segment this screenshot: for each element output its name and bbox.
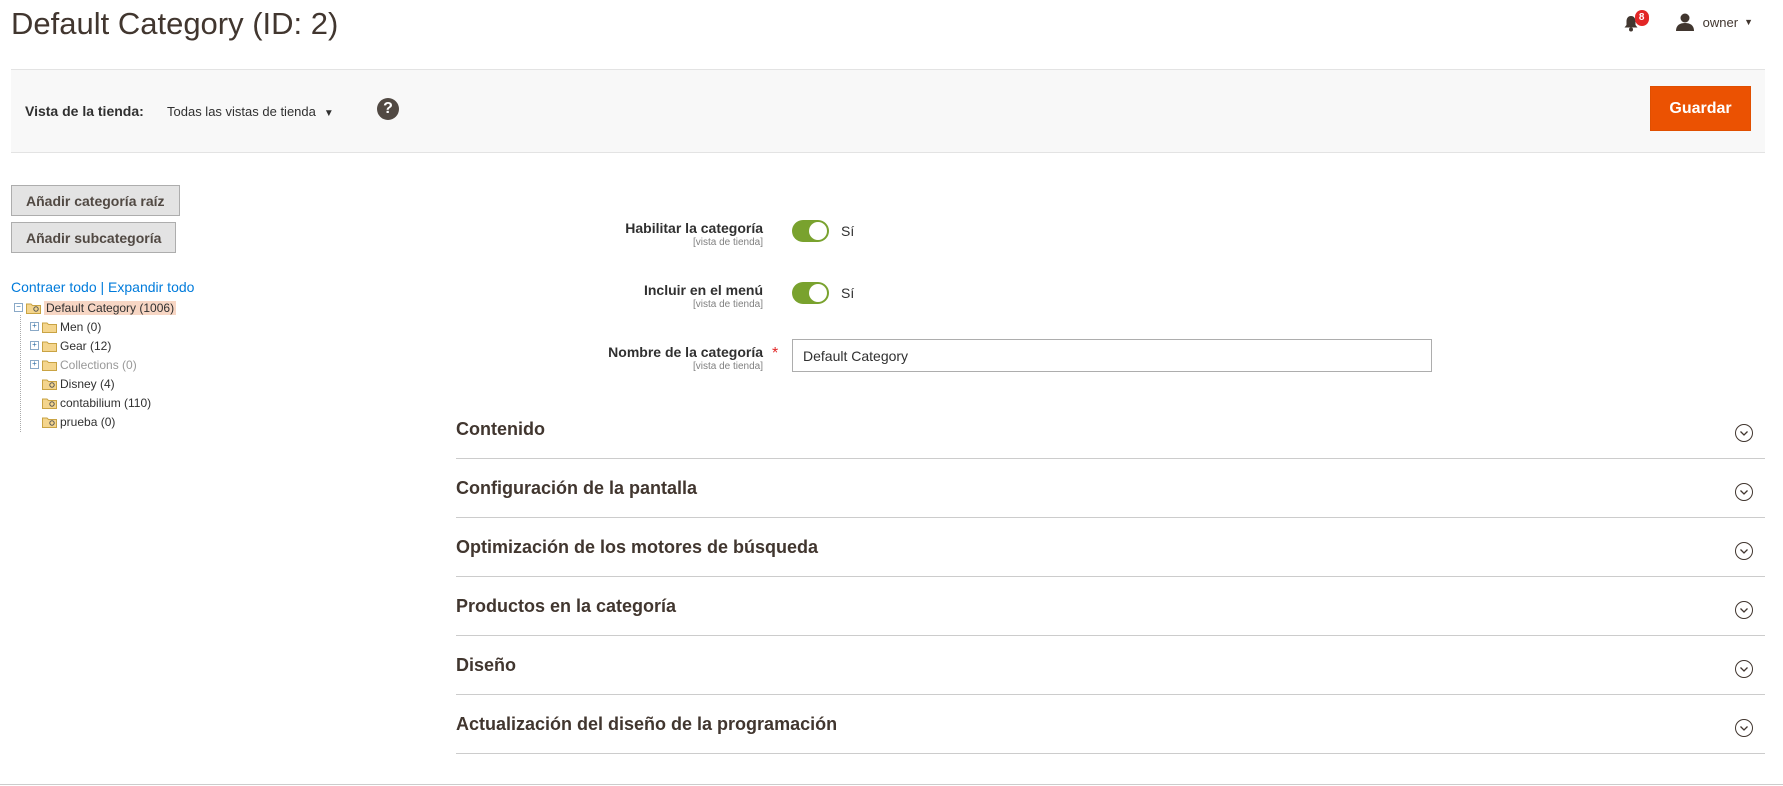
enable-category-field: Habilitar la categoría [vista de tienda]…	[456, 220, 1456, 260]
caret-down-icon: ▼	[1744, 17, 1753, 27]
folder-icon	[42, 341, 57, 352]
section-title: Configuración de la pantalla	[456, 478, 698, 498]
tree-node-prueba[interactable]: prueba (0)	[42, 413, 115, 430]
collapsible-sections: Contenido Configuración de la pantalla O…	[456, 400, 1765, 754]
section-contenido[interactable]: Contenido	[456, 400, 1765, 459]
store-view-value: Todas las vistas de tienda	[167, 104, 316, 119]
include-in-menu-toggle[interactable]	[792, 282, 829, 304]
section-diseno[interactable]: Diseño	[456, 636, 1765, 695]
tree-node-collections[interactable]: + Collections (0)	[30, 356, 137, 373]
tree-controls: Contraer todo | Expandir todo	[11, 279, 194, 295]
expand-toggle-icon[interactable]: +	[30, 360, 39, 369]
section-actualizacion-diseno[interactable]: Actualización del diseño de la programac…	[456, 695, 1765, 754]
chevron-down-icon	[1735, 483, 1753, 501]
section-title: Diseño	[456, 655, 517, 675]
tree-node-label: contabilium (110)	[60, 395, 152, 410]
expand-toggle-icon[interactable]: +	[30, 322, 39, 331]
enable-category-toggle[interactable]	[792, 220, 829, 242]
tree-connector	[20, 315, 21, 432]
enable-category-label: Habilitar la categoría	[625, 220, 763, 236]
help-icon[interactable]: ?	[377, 98, 399, 120]
category-name-label-group: Nombre de la categoría [vista de tienda]	[456, 344, 763, 372]
save-button[interactable]: Guardar	[1650, 86, 1751, 131]
enable-category-value: Sí	[841, 223, 855, 239]
tree-node-contabilium[interactable]: contabilium (110)	[42, 394, 151, 411]
notifications-button[interactable]: 8	[1621, 10, 1649, 34]
category-name-input[interactable]	[792, 339, 1432, 372]
tree-node-default-category[interactable]: − Default Category (1006)	[14, 299, 177, 316]
admin-user-bar: 8 owner ▼	[1621, 10, 1753, 34]
tree-node-label: Disney (4)	[60, 376, 115, 391]
collapse-all-link[interactable]: Contraer todo	[11, 279, 97, 295]
section-title: Actualización del diseño de la programac…	[456, 714, 838, 734]
chevron-down-icon	[1735, 542, 1753, 560]
section-title: Productos en la categoría	[456, 596, 677, 616]
tree-node-label: prueba (0)	[60, 414, 116, 429]
tree-node-label: Gear (12)	[60, 338, 112, 353]
tree-node-men[interactable]: + Men (0)	[30, 318, 101, 335]
toggle-knob	[809, 222, 827, 240]
user-name: owner	[1702, 14, 1739, 30]
tree-node-disney[interactable]: Disney (4)	[42, 375, 115, 392]
category-name-scope: [vista de tienda]	[692, 361, 763, 372]
chevron-down-icon	[1735, 660, 1753, 678]
chevron-down-icon	[1735, 424, 1753, 442]
expand-all-link[interactable]: Expandir todo	[108, 279, 194, 295]
include-in-menu-label: Incluir en el menú	[643, 282, 763, 298]
enable-category-scope: [vista de tienda]	[692, 237, 763, 248]
folder-icon	[42, 398, 57, 409]
include-in-menu-value: Sí	[841, 285, 855, 301]
add-root-category-button[interactable]: Añadir categoría raíz	[11, 185, 180, 216]
notification-count-badge: 8	[1634, 10, 1649, 26]
add-subcategory-button[interactable]: Añadir subcategoría	[11, 222, 177, 253]
folder-icon	[42, 379, 57, 390]
folder-icon	[42, 360, 57, 371]
toggle-knob	[809, 284, 827, 302]
page-bottom-divider	[0, 784, 1783, 785]
user-account-menu[interactable]: owner ▼	[1675, 13, 1753, 31]
store-view-label: Vista de la tienda:	[25, 103, 144, 119]
category-name-field: Nombre de la categoría [vista de tienda]…	[456, 339, 1456, 384]
tree-node-gear[interactable]: + Gear (12)	[30, 337, 111, 354]
section-seo[interactable]: Optimización de los motores de búsqueda	[456, 518, 1765, 577]
folder-icon	[42, 417, 57, 428]
caret-down-icon: ▼	[323, 108, 334, 119]
folder-icon	[26, 303, 41, 314]
enable-category-label-group: Habilitar la categoría [vista de tienda]	[456, 220, 763, 248]
include-in-menu-field: Incluir en el menú [vista de tienda] Sí	[456, 282, 1456, 322]
store-view-scope-bar: Vista de la tienda: Todas las vistas de …	[11, 69, 1765, 153]
section-title: Contenido	[456, 419, 545, 439]
include-in-menu-scope: [vista de tienda]	[692, 299, 763, 310]
section-configuracion-pantalla[interactable]: Configuración de la pantalla	[456, 459, 1765, 518]
section-title: Optimización de los motores de búsqueda	[456, 537, 819, 557]
tree-node-label: Default Category (1006)	[44, 300, 177, 315]
store-view-switcher[interactable]: Todas las vistas de tienda ▼	[167, 104, 334, 119]
user-icon	[1675, 13, 1694, 31]
chevron-down-icon	[1735, 719, 1753, 737]
tree-link-separator: |	[100, 279, 105, 295]
chevron-down-icon	[1735, 601, 1753, 619]
include-in-menu-label-group: Incluir en el menú [vista de tienda]	[456, 282, 763, 310]
expand-toggle-icon[interactable]: +	[30, 341, 39, 350]
required-marker: *	[772, 345, 779, 362]
section-productos[interactable]: Productos en la categoría	[456, 577, 1765, 636]
category-name-label: Nombre de la categoría	[608, 344, 763, 360]
folder-icon	[42, 322, 57, 333]
page-title: Default Category (ID: 2)	[11, 6, 339, 41]
collapse-toggle-icon[interactable]: −	[14, 303, 23, 312]
tree-node-label: Men (0)	[60, 319, 102, 334]
tree-node-label: Collections (0)	[60, 357, 137, 372]
